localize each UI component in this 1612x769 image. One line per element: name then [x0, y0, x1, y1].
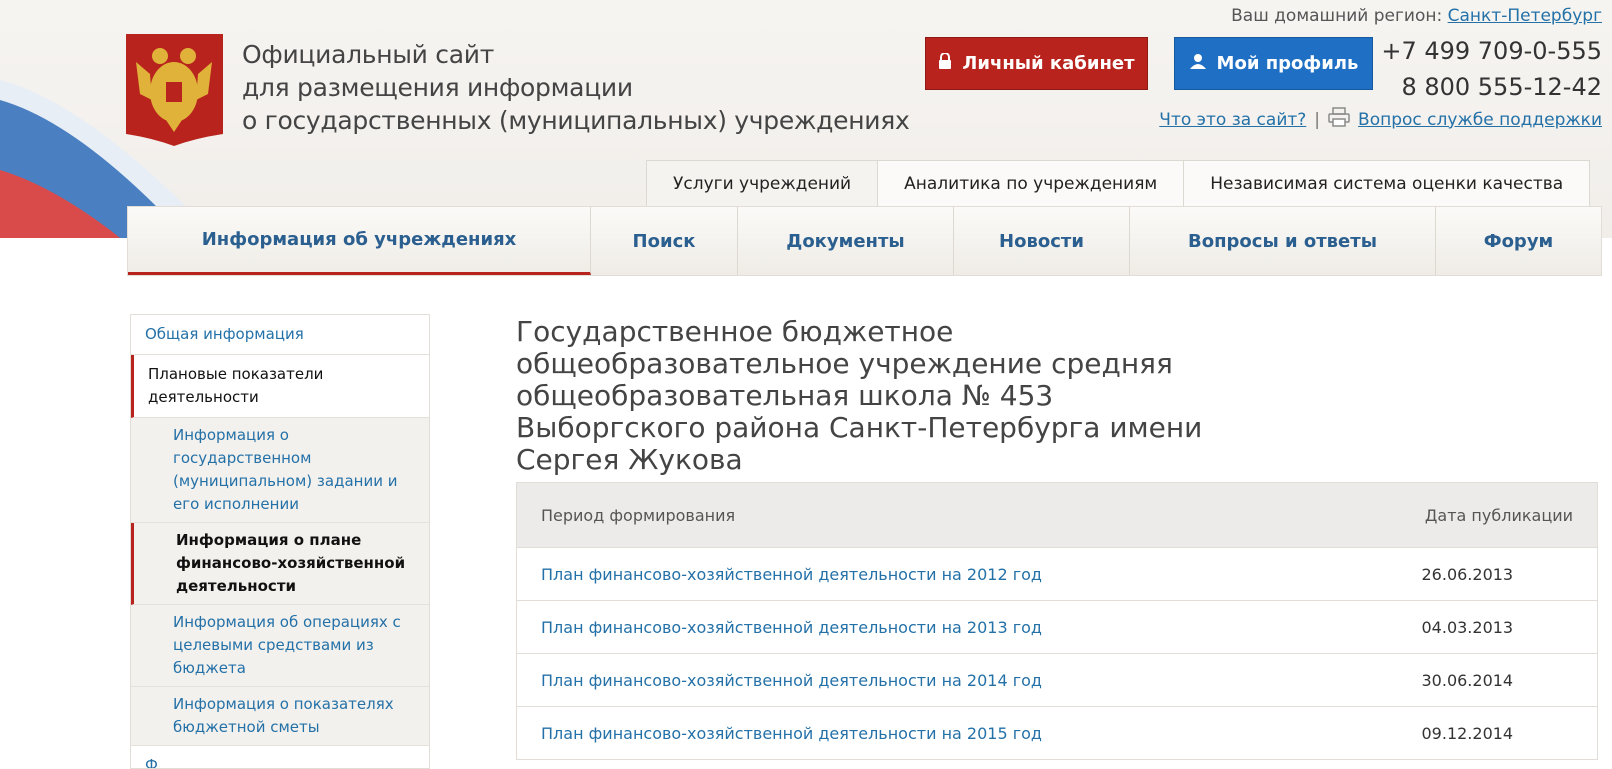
phone-number: +7 499 709-0-555 — [1381, 37, 1602, 65]
nav-forum[interactable]: Форум — [1436, 207, 1601, 275]
sidebar-item-financial-plan[interactable]: Информация о плане финансово-хозяйственн… — [131, 523, 429, 605]
lock-icon — [938, 52, 952, 74]
personal-cabinet-button[interactable]: Личный кабинет — [925, 37, 1148, 90]
top-tabs: Услуги учреждений Аналитика по учреждени… — [646, 160, 1591, 206]
sidebar-item-more[interactable]: Ф... — [131, 746, 429, 768]
sidebar-item-state-assignment[interactable]: Информация о государственном (муниципаль… — [131, 418, 429, 523]
sidebar-item-target-funds[interactable]: Информация об операциях с целевыми средс… — [131, 605, 429, 687]
my-profile-label: Мой профиль — [1216, 53, 1359, 74]
publications-table: Период формирования Дата публикации План… — [516, 482, 1598, 760]
home-region: Ваш домашний регион: Санкт-Петербург — [1231, 6, 1602, 26]
table-row: План финансово-хозяйственной деятельност… — [516, 547, 1598, 601]
table-row: План финансово-хозяйственной деятельност… — [516, 653, 1598, 707]
tab-institution-services[interactable]: Услуги учреждений — [646, 160, 879, 206]
publication-date: 04.03.2013 — [1397, 600, 1598, 654]
support-question-link[interactable]: Вопрос службе поддержки — [1358, 110, 1602, 130]
plan-link[interactable]: План финансово-хозяйственной деятельност… — [541, 565, 1042, 584]
column-header-date: Дата публикации — [1397, 482, 1598, 548]
page-title: Государственное бюджетное общеобразовате… — [516, 315, 1203, 476]
user-icon — [1189, 53, 1207, 74]
nav-qa[interactable]: Вопросы и ответы — [1130, 207, 1436, 275]
sidebar: Общая информация Плановые показатели дея… — [130, 314, 430, 769]
nav-documents[interactable]: Документы — [738, 207, 954, 275]
column-header-period: Период формирования — [516, 482, 1398, 548]
phone-numbers: +7 499 709-0-555 8 800 555-12-42 — [1381, 33, 1602, 105]
my-profile-button[interactable]: Мой профиль — [1174, 37, 1373, 90]
printer-icon — [1328, 107, 1350, 132]
plan-link[interactable]: План финансово-хозяйственной деятельност… — [541, 671, 1042, 690]
sidebar-item-budget-estimate[interactable]: Информация о показателях бюджетной сметы — [131, 687, 429, 746]
what-is-site-link[interactable]: Что это за сайт? — [1159, 110, 1306, 130]
site-title-line: Официальный сайт — [242, 40, 494, 69]
site-title-line: о государственных (муниципальных) учрежд… — [242, 106, 910, 135]
tab-institution-analytics[interactable]: Аналитика по учреждениям — [877, 160, 1185, 206]
region-label: Ваш домашний регион: — [1231, 6, 1443, 26]
nav-search[interactable]: Поиск — [591, 207, 738, 275]
nav-institutions-info[interactable]: Информация об учреждениях — [128, 207, 591, 275]
publication-date: 26.06.2013 — [1397, 547, 1598, 601]
site-title: Официальный сайт для размещения информац… — [242, 38, 910, 137]
main-navigation: Информация об учреждениях Поиск Документ… — [127, 206, 1602, 276]
coat-of-arms-icon — [126, 34, 223, 146]
separator: | — [1314, 109, 1321, 130]
table-header-row: Период формирования Дата публикации — [516, 482, 1598, 548]
table-row: План финансово-хозяйственной деятельност… — [516, 706, 1598, 760]
nav-news[interactable]: Новости — [954, 207, 1130, 275]
personal-cabinet-label: Личный кабинет — [962, 53, 1135, 74]
region-link[interactable]: Санкт-Петербург — [1448, 6, 1602, 26]
site-title-line: для размещения информации — [242, 73, 633, 102]
sidebar-item-planned-indicators[interactable]: Плановые показатели деятельности — [131, 355, 429, 418]
help-links: Что это за сайт? | Вопрос службе поддерж… — [1159, 107, 1602, 132]
publication-date: 30.06.2014 — [1397, 653, 1598, 707]
publication-date: 09.12.2014 — [1397, 706, 1598, 760]
table-row: План финансово-хозяйственной деятельност… — [516, 600, 1598, 654]
phone-number: 8 800 555-12-42 — [1401, 73, 1602, 101]
tab-quality-assessment[interactable]: Независимая система оценки качества — [1183, 160, 1591, 206]
plan-link[interactable]: План финансово-хозяйственной деятельност… — [541, 618, 1042, 637]
plan-link[interactable]: План финансово-хозяйственной деятельност… — [541, 724, 1042, 743]
sidebar-item-general-info[interactable]: Общая информация — [131, 315, 429, 355]
